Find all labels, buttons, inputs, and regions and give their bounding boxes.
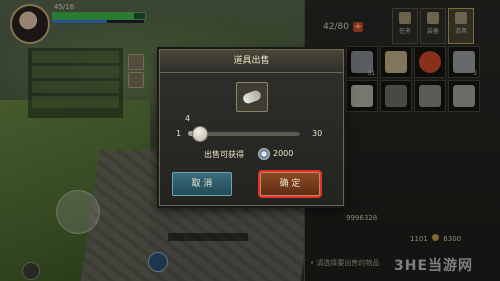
- sell-item-slot: [236, 82, 268, 112]
- slider-max-label: 30: [312, 129, 323, 138]
- gain-label: 出售可获得: [204, 150, 244, 159]
- selected-quantity: 4: [185, 114, 191, 123]
- pill-item-icon: [241, 89, 263, 105]
- watermark-logo: 3HE当游网: [394, 258, 474, 274]
- sell-dialog: 道具出售 4 1 30 出售可获得 2000 取 消 确 定: [159, 49, 344, 206]
- dialog-title: 道具出售: [160, 50, 343, 73]
- gain-value: 2000: [273, 149, 294, 158]
- silver-coin-icon: [258, 148, 270, 160]
- cancel-button[interactable]: 取 消: [172, 172, 232, 196]
- confirm-button[interactable]: 确 定: [260, 172, 320, 196]
- slider-handle[interactable]: [192, 126, 209, 142]
- slider-min-label: 1: [176, 129, 182, 138]
